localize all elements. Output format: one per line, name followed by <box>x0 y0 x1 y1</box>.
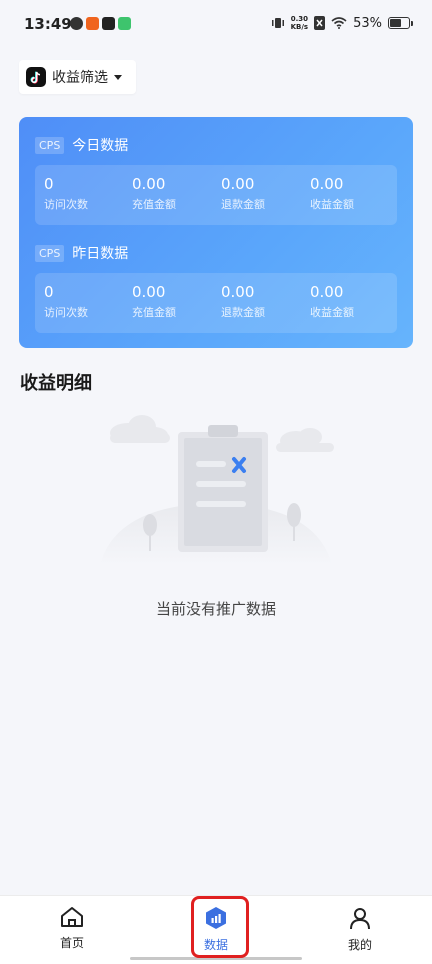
wifi-icon <box>331 17 347 29</box>
status-bar: 13:49 0.30 KB/s 53% <box>0 0 432 50</box>
network-speed: 0.30 KB/s <box>290 15 309 31</box>
income-detail-title: 收益明细 <box>20 373 92 394</box>
tiktok-logo-icon <box>26 67 46 87</box>
cps-tag: CPS <box>35 244 65 262</box>
stat-label: 充值金额 <box>132 198 176 211</box>
stat-label: 收益金额 <box>310 198 354 211</box>
status-time: 13:49 <box>24 15 72 33</box>
stat-label: 收益金额 <box>310 306 354 319</box>
home-icon <box>61 907 83 927</box>
stat-value: 0 <box>44 283 54 301</box>
cps-tag: CPS <box>35 136 65 154</box>
vibrate-icon <box>271 18 284 28</box>
stat-value: 0.00 <box>221 283 255 301</box>
app-notification-icon <box>86 17 99 30</box>
income-filter-button[interactable]: 收益筛选 <box>19 60 136 94</box>
stat-value: 0.00 <box>221 175 255 193</box>
yesterday-title: 昨日数据 <box>72 246 129 262</box>
yesterday-visits-stat: 0 访问次数 <box>44 283 88 320</box>
today-income-stat: 0.00 收益金额 <box>310 175 354 212</box>
no-sim-icon <box>314 16 326 30</box>
empty-state-text: 当前没有推广数据 <box>155 600 276 618</box>
empty-clipboard-illustration <box>100 415 334 565</box>
stat-value: 0 <box>44 175 54 193</box>
today-visits-stat: 0 访问次数 <box>44 175 88 212</box>
battery-percent: 53% <box>353 15 382 31</box>
stat-value: 0.00 <box>132 283 166 301</box>
app-notification-icon <box>102 17 115 30</box>
today-recharge-stat: 0.00 充值金额 <box>132 175 176 212</box>
app-notification-icon <box>118 17 131 30</box>
battery-icon <box>388 17 413 29</box>
nav-label-mine: 我的 <box>347 938 372 952</box>
nav-label-home: 首页 <box>59 936 84 950</box>
yesterday-income-stat: 0.00 收益金额 <box>310 283 354 320</box>
nav-item-mine[interactable]: 我的 <box>320 906 400 953</box>
yesterday-stats-row: 0 访问次数 0.00 充值金额 0.00 退款金额 0.00 收益金额 <box>35 273 397 333</box>
stat-value: 0.00 <box>132 175 166 193</box>
caret-down-icon <box>114 74 122 80</box>
today-stats-row: 0 访问次数 0.00 充值金额 0.00 退款金额 0.00 收益金额 <box>35 165 397 225</box>
stat-value: 0.00 <box>310 283 344 301</box>
yesterday-refund-stat: 0.00 退款金额 <box>221 283 265 320</box>
user-icon <box>350 908 370 930</box>
status-indicators: 0.30 KB/s 53% <box>271 15 413 31</box>
yesterday-section-header: CPS 昨日数据 <box>35 243 128 263</box>
data-tab-highlight <box>191 896 249 958</box>
stat-label: 退款金额 <box>221 306 265 319</box>
filter-label: 收益筛选 <box>52 70 108 86</box>
stat-label: 充值金额 <box>132 306 176 319</box>
stat-value: 0.00 <box>310 175 344 193</box>
today-section-header: CPS 今日数据 <box>35 135 128 155</box>
stats-card: CPS 今日数据 0 访问次数 0.00 充值金额 0.00 退款金额 0.00… <box>19 117 413 348</box>
today-refund-stat: 0.00 退款金额 <box>221 175 265 212</box>
stat-label: 退款金额 <box>221 198 265 211</box>
status-app-icons <box>70 17 131 30</box>
yesterday-recharge-stat: 0.00 充值金额 <box>132 283 176 320</box>
nav-item-home[interactable]: 首页 <box>32 906 112 951</box>
stat-label: 访问次数 <box>44 306 88 319</box>
today-title: 今日数据 <box>72 138 129 154</box>
app-notification-icon <box>70 17 83 30</box>
stat-label: 访问次数 <box>44 198 88 211</box>
